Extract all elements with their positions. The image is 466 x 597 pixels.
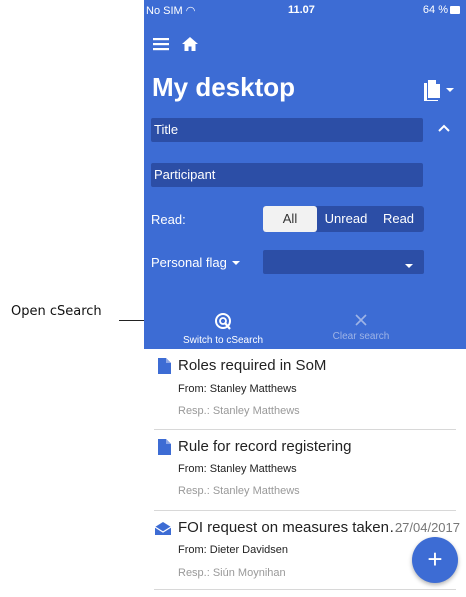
title-field[interactable]: Title xyxy=(151,118,423,142)
item-date: 27/04/2017 xyxy=(394,520,460,535)
item-title: Rule for record registering xyxy=(178,438,352,455)
read-option-unread[interactable]: Unread xyxy=(319,206,373,232)
personal-flag-dropdown-label[interactable]: Personal flag xyxy=(151,255,241,270)
list-item[interactable]: Rule for record registering From: Stanle… xyxy=(144,430,466,510)
personal-flag-label: Personal flag xyxy=(151,255,227,270)
add-button[interactable]: + xyxy=(412,537,458,583)
phone-screen: No SIM ◠ 11.07 64 % My desktop Title Par… xyxy=(144,0,466,597)
battery-text: 64 % xyxy=(422,4,448,16)
document-icon xyxy=(158,439,171,460)
divider xyxy=(154,589,456,590)
header-panel: No SIM ◠ 11.07 64 % My desktop Title Par… xyxy=(144,0,466,349)
carrier-text: No SIM xyxy=(146,5,183,17)
item-resp: Resp.: Siún Moynihan xyxy=(178,567,286,579)
envelope-icon xyxy=(154,521,172,541)
callout-label: Open cSearch xyxy=(11,304,102,319)
item-from: From: Stanley Matthews xyxy=(178,383,297,395)
item-from: From: Dieter Davidsen xyxy=(178,544,289,556)
caret-down-icon xyxy=(231,255,241,270)
personal-flag-select[interactable] xyxy=(263,250,424,274)
csearch-icon xyxy=(178,312,268,335)
carrier-label: No SIM ◠ xyxy=(146,4,195,17)
switch-to-csearch-button[interactable]: Switch to cSearch xyxy=(178,312,268,346)
read-filter-segmented: All Unread Read xyxy=(263,206,424,232)
chevron-up-icon[interactable] xyxy=(438,120,450,138)
status-bar: No SIM ◠ 11.07 64 % xyxy=(144,0,466,20)
wifi-icon: ◠ xyxy=(185,5,196,17)
switch-to-csearch-label: Switch to cSearch xyxy=(182,335,264,346)
battery-icon xyxy=(450,6,460,14)
top-toolbar xyxy=(152,34,200,58)
document-icon xyxy=(158,358,171,379)
status-time: 11.07 xyxy=(288,4,315,16)
clear-search-button[interactable]: Clear search xyxy=(316,312,406,342)
item-resp: Resp.: Stanley Matthews xyxy=(178,485,300,497)
item-title: Roles required in SoM xyxy=(178,357,327,374)
item-title: FOI request on measures taken… xyxy=(178,519,404,536)
home-icon[interactable] xyxy=(180,34,200,59)
caret-down-icon xyxy=(404,257,414,275)
read-option-read[interactable]: Read xyxy=(373,206,424,232)
document-menu-icon[interactable] xyxy=(422,78,458,102)
read-filter-label: Read: xyxy=(151,212,186,227)
list-item[interactable]: Roles required in SoM From: Stanley Matt… xyxy=(144,349,466,429)
menu-icon[interactable] xyxy=(152,34,172,59)
item-resp: Resp.: Stanley Matthews xyxy=(178,405,300,417)
battery-indicator: 64 % xyxy=(423,4,460,16)
item-from: From: Stanley Matthews xyxy=(178,463,297,475)
page-title: My desktop xyxy=(152,72,296,102)
participant-field[interactable]: Participant xyxy=(151,163,423,187)
read-option-all[interactable]: All xyxy=(263,206,317,232)
clear-search-label: Clear search xyxy=(332,331,390,342)
close-icon xyxy=(316,312,406,331)
